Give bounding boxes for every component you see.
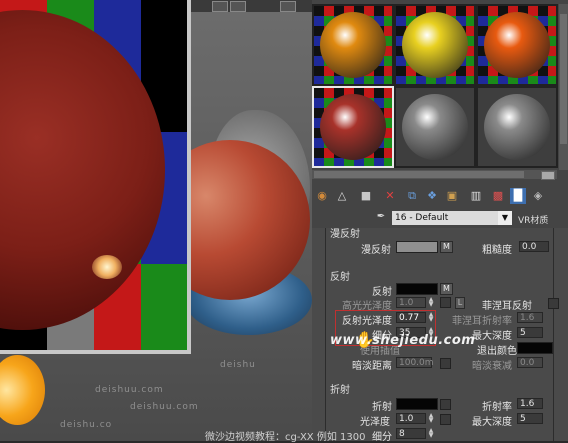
diffuse-color-swatch[interactable] xyxy=(396,241,438,253)
material-editor: ◉ △ ■ ✕ ⧉ ❖ ▣ ▥ ▩ █ ◈ ✒ 16 - Default ▼ V… xyxy=(312,0,568,441)
viewport-toolbar xyxy=(190,0,312,12)
hilight-lock-button[interactable]: L xyxy=(455,297,465,309)
material-type-button[interactable]: VR材质 xyxy=(518,213,548,226)
diffuse-map-button[interactable]: M xyxy=(440,241,453,253)
material-name-field[interactable]: 16 - Default xyxy=(392,211,510,225)
refract-subdivs-spinner[interactable]: 8 xyxy=(396,428,426,439)
checker-tile xyxy=(94,308,141,350)
roughness-label: 粗糙度 xyxy=(482,245,512,256)
refract-max-depth-label: 最大深度 xyxy=(472,417,512,428)
material-preview-sphere xyxy=(402,94,468,160)
refract-map-checkbox[interactable] xyxy=(440,399,451,410)
material-toolbar: ◉ △ ■ ✕ ⧉ ❖ ▣ ▥ ▩ █ ◈ xyxy=(312,186,568,206)
material-slot-default-gray-2[interactable] xyxy=(476,86,558,168)
material-slot-apple-material[interactable] xyxy=(312,86,394,168)
diffuse-label: 漫反射 xyxy=(361,245,391,256)
unique-icon[interactable]: ❖ xyxy=(424,188,440,204)
refl-max-depth-label: 最大深度 xyxy=(472,331,512,342)
site-watermark: www.shejiedu.com xyxy=(330,333,476,348)
chevron-down-icon[interactable]: ▼ xyxy=(498,211,512,225)
go-parent-icon[interactable]: ◈ xyxy=(530,188,546,204)
copy-icon[interactable]: ⧉ xyxy=(404,188,420,204)
reflect-label: 反射 xyxy=(372,287,392,298)
material-effects-icon[interactable]: ▥ xyxy=(468,188,484,204)
slots-vertical-scrollbar[interactable] xyxy=(559,4,568,170)
reflection-section-label: 反射 xyxy=(330,272,350,283)
checker-tile xyxy=(141,308,187,350)
eyedropper-icon[interactable]: ✒ xyxy=(374,211,388,225)
dim-distance-label: 暗淡距离 xyxy=(352,361,392,372)
toolbar-button[interactable] xyxy=(280,1,296,12)
material-preview-sphere xyxy=(484,12,550,78)
show-map-icon[interactable]: ▩ xyxy=(490,188,506,204)
exit-color-label: 退出颜色 xyxy=(477,346,517,357)
diffuse-section-label: 漫反射 xyxy=(330,229,360,240)
refract-gloss-label: 光泽度 xyxy=(360,417,390,428)
dim-distance-checkbox[interactable] xyxy=(440,358,451,369)
dim-falloff-label: 暗淡衰减 xyxy=(472,361,512,372)
show-end-result-icon[interactable]: █ xyxy=(510,188,526,204)
checker-tile xyxy=(141,264,187,308)
render-viewport[interactable]: deishu deishuu.com deishuu.com deishu.co xyxy=(0,0,312,441)
material-slot-default-gray-1[interactable] xyxy=(394,86,476,168)
refract-gloss-checkbox[interactable] xyxy=(440,414,451,425)
reset-icon[interactable]: ✕ xyxy=(382,188,398,204)
refract-subdivs-label: 细分 xyxy=(372,432,392,441)
spinner-arrows[interactable]: ▲ ▼ xyxy=(428,428,434,439)
fresnel-checkbox[interactable] xyxy=(548,298,559,309)
floor-watermark: deishu.co xyxy=(60,420,113,430)
roughness-spinner[interactable]: 0.0 xyxy=(519,241,549,252)
material-slots xyxy=(312,4,558,168)
ior-spinner[interactable]: 1.6 xyxy=(517,398,543,409)
refract-label: 折射 xyxy=(372,402,392,413)
material-slot-orange-material[interactable] xyxy=(312,4,394,86)
fresnel-ior-spinner[interactable]: 1.6 xyxy=(517,312,543,323)
put-to-scene-icon[interactable]: △ xyxy=(334,188,350,204)
toolbar-button[interactable] xyxy=(212,1,228,12)
floor-watermark: deishu xyxy=(220,360,256,370)
reflect-color-swatch[interactable] xyxy=(396,283,438,295)
slots-horizontal-scrollbar[interactable] xyxy=(312,170,557,180)
floor-watermark: deishuu.com xyxy=(130,402,199,412)
material-preview-sphere xyxy=(320,94,386,160)
hilight-lock-checkbox[interactable] xyxy=(440,297,451,308)
fresnel-ior-label: 菲涅耳折射率 xyxy=(452,316,512,327)
checker-tile xyxy=(141,0,187,44)
toolbar-button[interactable] xyxy=(230,1,246,12)
fresnel-label: 菲涅耳反射 xyxy=(482,301,532,312)
put-library-icon[interactable]: ▣ xyxy=(444,188,460,204)
refract-gloss-spinner[interactable]: 1.0 xyxy=(396,413,426,424)
floor-watermark: deishuu.com xyxy=(95,385,164,395)
refraction-section-label: 折射 xyxy=(330,385,350,396)
ior-label: 折射率 xyxy=(482,402,512,413)
material-preview-sphere xyxy=(320,12,386,78)
reflect-map-button[interactable]: M xyxy=(440,283,453,295)
get-material-icon[interactable]: ◉ xyxy=(314,188,330,204)
hilight-gloss-spinner[interactable]: 1.0 xyxy=(396,297,426,308)
material-slot-lemon-material[interactable] xyxy=(394,4,476,86)
refract-max-depth-spinner[interactable]: 5 xyxy=(517,413,543,424)
checker-tile xyxy=(141,44,187,88)
specular-highlight xyxy=(92,255,122,279)
spinner-arrows[interactable]: ▲ ▼ xyxy=(428,297,434,308)
refl-max-depth-spinner[interactable]: 5 xyxy=(517,327,543,338)
material-preview-sphere xyxy=(402,12,468,78)
preview-window xyxy=(0,0,191,354)
exit-color-swatch[interactable] xyxy=(517,342,553,354)
refract-color-swatch[interactable] xyxy=(396,398,438,410)
assign-material-icon[interactable]: ■ xyxy=(358,188,374,204)
material-slot-tangerine-material[interactable] xyxy=(476,4,558,86)
material-name-row: ✒ 16 - Default ▼ VR材质 xyxy=(312,210,568,226)
material-preview-sphere xyxy=(484,94,550,160)
dim-distance-spinner[interactable]: 100.0m xyxy=(396,357,434,368)
spinner-arrows[interactable]: ▲ ▼ xyxy=(428,413,434,424)
orange-slice-object xyxy=(0,355,45,425)
dim-falloff-spinner[interactable]: 0.0 xyxy=(517,357,543,368)
